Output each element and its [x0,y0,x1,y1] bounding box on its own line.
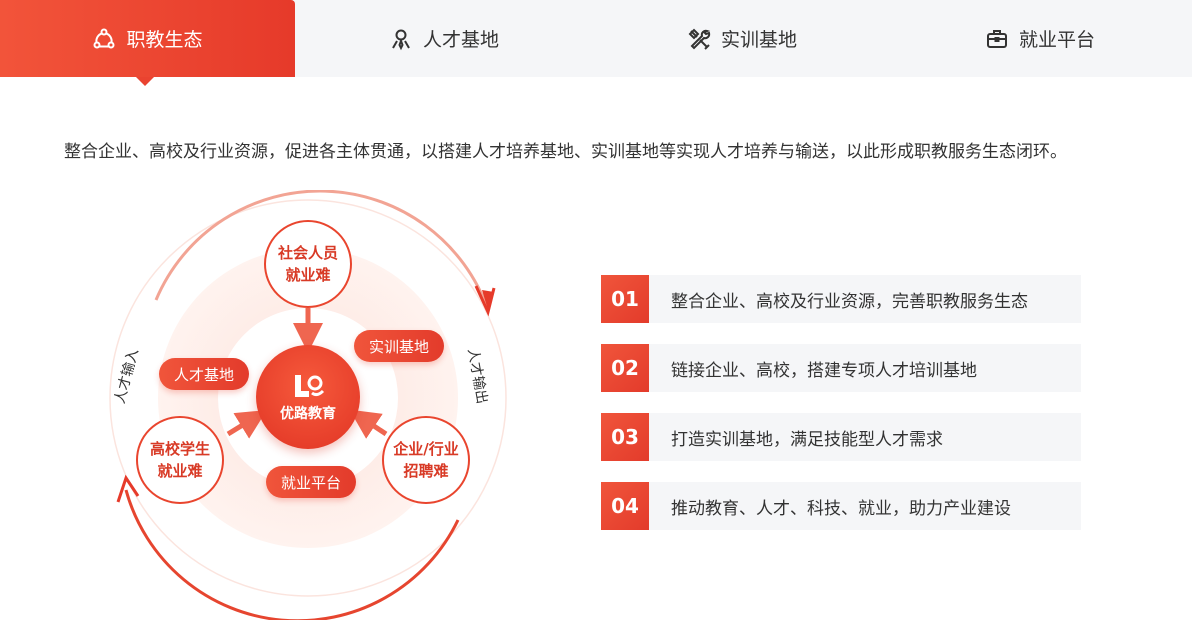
node-line: 企业/行业 [393,439,459,458]
tab-talent-base[interactable]: 人才基地 [295,0,593,77]
item-text: 整合企业、高校及行业资源，完善职教服务生态 [649,275,1081,323]
tab-label: 职教生态 [126,29,203,51]
pill-training-base: 实训基地 [354,330,444,362]
list-item: 03 打造实训基地，满足技能型人才需求 [601,413,1081,461]
tab-label: 实训基地 [720,29,797,51]
node-line: 社会人员 [277,243,338,262]
tab-label: 人才基地 [422,29,499,51]
pill-job-platform: 就业平台 [266,466,356,498]
youlu-logo-icon [295,375,325,397]
item-text: 链接企业、高校，搭建专项人才培训基地 [649,344,1081,392]
item-number: 01 [601,275,649,323]
item-number: 02 [601,344,649,392]
node-line: 招聘难 [403,462,449,480]
list-item: 01 整合企业、高校及行业资源，完善职教服务生态 [601,275,1081,323]
list-item: 04 推动教育、人才、科技、就业，助力产业建设 [601,482,1081,530]
tab-bar: 职教生态 人才基地 实训基地 就业平台 [0,0,1192,86]
center-logo: 优路教育 [256,345,360,449]
node-line: 高校学生 [149,439,210,458]
tab-training-base[interactable]: 实训基地 [593,0,891,77]
node-line: 就业难 [285,266,331,284]
item-text: 打造实训基地，满足技能型人才需求 [649,413,1081,461]
list-item: 02 链接企业、高校，搭建专项人才培训基地 [601,344,1081,392]
pill-talent-base: 人才基地 [159,358,249,390]
ecosystem-icon [92,27,116,51]
node-college-students: 高校学生 就业难 [136,416,224,504]
node-line: 就业难 [157,462,203,480]
tab-label: 就业平台 [1018,29,1095,51]
node-social-personnel: 社会人员 就业难 [264,220,352,308]
node-enterprise: 企业/行业招聘难 [382,416,470,504]
item-text: 推动教育、人才、科技、就业，助力产业建设 [649,482,1081,530]
ecosystem-diagram: 社会人员 就业难 高校学生 就业难 企业/行业 招聘难 人才基地 实训基地 就业平台 … [96,190,536,620]
tab-vocational-ecosystem[interactable]: 职教生态 [0,0,295,86]
item-number: 04 [601,482,649,530]
intro-text: 整合企业、高校及行业资源，促进各主体贯通，以搭建人才培养基地、实训基地等实现人才… [64,142,1067,162]
tab-job-platform[interactable]: 就业平台 [891,0,1189,77]
tools-icon [687,27,711,51]
briefcase-icon [985,27,1009,51]
center-label: 优路教育 [280,406,336,422]
person-icon [389,27,413,51]
item-number: 03 [601,413,649,461]
